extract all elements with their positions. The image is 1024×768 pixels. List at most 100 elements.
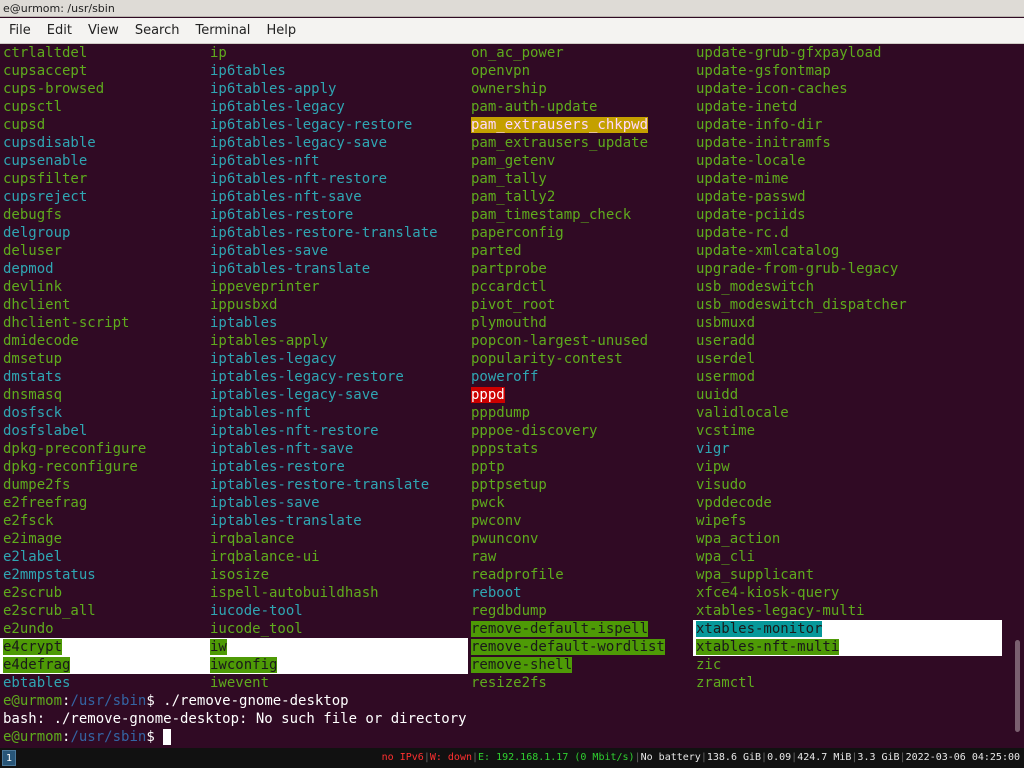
filename: pppstats	[471, 441, 539, 457]
filename: pppd	[471, 387, 505, 403]
listing-entry: vigr	[693, 440, 1002, 458]
listing-entry: pppstats	[468, 440, 665, 458]
listing-entry: pivot_root	[468, 296, 665, 314]
filename: vcstime	[696, 423, 756, 439]
command-text: ./remove-gnome-desktop	[154, 693, 349, 709]
filename: popularity-contest	[471, 351, 623, 367]
menu-terminal[interactable]: Terminal	[187, 23, 258, 38]
filename: ctrlaltdel	[3, 45, 88, 61]
listing-entry: e2label	[0, 548, 207, 566]
load-status: 0.09	[767, 752, 792, 763]
filename: ippeveprinter	[210, 279, 320, 295]
listing-entry: pwconv	[468, 512, 665, 530]
filename: dumpe2fs	[3, 477, 71, 493]
menu-view[interactable]: View	[80, 23, 127, 38]
listing-entry: ip6tables-legacy-save	[207, 134, 468, 152]
filename: ip	[210, 45, 227, 61]
listing-entry: ip6tables-save	[207, 242, 468, 260]
filename: irqbalance	[210, 531, 295, 547]
filename: useradd	[696, 333, 756, 349]
menu-edit[interactable]: Edit	[39, 23, 80, 38]
filename: e2mmpstatus	[3, 567, 96, 583]
listing-entry: dmidecode	[0, 332, 207, 350]
filename: irqbalance-ui	[210, 549, 320, 565]
filename: usb_modeswitch	[696, 279, 815, 295]
listing-entry: update-pciids	[693, 206, 1002, 224]
filename: ip6tables-translate	[210, 261, 371, 277]
listing-entry: update-passwd	[693, 188, 1002, 206]
listing-entry: iptables-legacy	[207, 350, 468, 368]
filename: vipw	[696, 459, 730, 475]
filename: dhclient	[3, 297, 71, 313]
filename: iwconfig	[210, 657, 278, 673]
filename: readprofile	[471, 567, 564, 583]
listing-entry: cupsd	[0, 116, 207, 134]
filename: xtables-nft-multi	[696, 639, 840, 655]
filename: update-mime	[696, 171, 789, 187]
listing-entry: iwconfig	[207, 656, 468, 674]
listing-entry: pam-auth-update	[468, 98, 665, 116]
scrollbar-thumb[interactable]	[1015, 640, 1020, 732]
terminal-scrollbar[interactable]	[1012, 44, 1024, 748]
listing-entry: on_ac_power	[468, 44, 665, 62]
listing-entry: update-xmlcatalog	[693, 242, 1002, 260]
listing-entry: pccardctl	[468, 278, 665, 296]
filename: cupsreject	[3, 189, 88, 205]
wifi-status: W: down	[429, 752, 472, 763]
filename: ispell-autobuildhash	[210, 585, 379, 601]
filename: pptpsetup	[471, 477, 547, 493]
window-title-bar[interactable]: e@urmom: /usr/sbin	[0, 0, 1024, 17]
filename: delgroup	[3, 225, 71, 241]
listing-entry: popularity-contest	[468, 350, 665, 368]
listing-entry: dhclient	[0, 296, 207, 314]
filename: update-initramfs	[696, 135, 831, 151]
filename: e2scrub	[3, 585, 63, 601]
filename: dmsetup	[3, 351, 63, 367]
filename: wpa_cli	[696, 549, 756, 565]
filename: e4defrag	[3, 657, 71, 673]
filename: raw	[471, 549, 497, 565]
terminal-output[interactable]: ctrlaltdel cupsaccept cups-browsed cupsctl c…	[0, 44, 1012, 748]
listing-entry: iw	[207, 638, 468, 656]
listing-entry: remove-default-ispell	[468, 620, 665, 638]
listing-entry: iptables-nft-restore	[207, 422, 468, 440]
listing-entry: parted	[468, 242, 665, 260]
filename: ip6tables-save	[210, 243, 329, 259]
listing-entry: visudo	[693, 476, 1002, 494]
listing-entry: ownership	[468, 80, 665, 98]
filename: pam_tally	[471, 171, 547, 187]
listing-entry: ispell-autobuildhash	[207, 584, 468, 602]
listing-entry: upgrade-from-grub-legacy	[693, 260, 1002, 278]
prompt-user: e@urmom	[3, 693, 63, 709]
filename: vigr	[696, 441, 730, 457]
listing-entry: debugfs	[0, 206, 207, 224]
listing-entry: iucode-tool	[207, 602, 468, 620]
filename: iptables-apply	[210, 333, 329, 349]
listing-entry: readprofile	[468, 566, 665, 584]
listing-entry: uuidd	[693, 386, 1002, 404]
prompt-symbol: $	[146, 693, 155, 709]
listing-entry: dumpe2fs	[0, 476, 207, 494]
listing-entry: irqbalance	[207, 530, 468, 548]
listing-entry: update-gsfontmap	[693, 62, 1002, 80]
listing-entry: iptables-legacy-restore	[207, 368, 468, 386]
menu-help[interactable]: Help	[258, 23, 304, 38]
filename: pppdump	[471, 405, 531, 421]
prompt-path: /usr/sbin	[70, 693, 147, 709]
listing-entry: wpa_action	[693, 530, 1002, 548]
listing-entry: e2freefrag	[0, 494, 207, 512]
listing-entry: vcstime	[693, 422, 1002, 440]
current-prompt[interactable]: e@urmom:/usr/sbin$	[0, 728, 172, 746]
filename: pivot_root	[471, 297, 556, 313]
workspace-button[interactable]: 1	[2, 750, 16, 766]
filename: cupsaccept	[3, 63, 88, 79]
filename: iptables-restore-translate	[210, 477, 430, 493]
menu-search[interactable]: Search	[127, 23, 188, 38]
menu-file[interactable]: File	[0, 23, 39, 38]
filename: zic	[696, 657, 722, 673]
listing-entry: usb_modeswitch_dispatcher	[693, 296, 1002, 314]
listing-column-3: on_ac_power openvpn ownership pam-auth-upda…	[468, 44, 665, 692]
filename: uuidd	[696, 387, 739, 403]
filename: usbmuxd	[696, 315, 756, 331]
listing-entry: ip6tables-apply	[207, 80, 468, 98]
